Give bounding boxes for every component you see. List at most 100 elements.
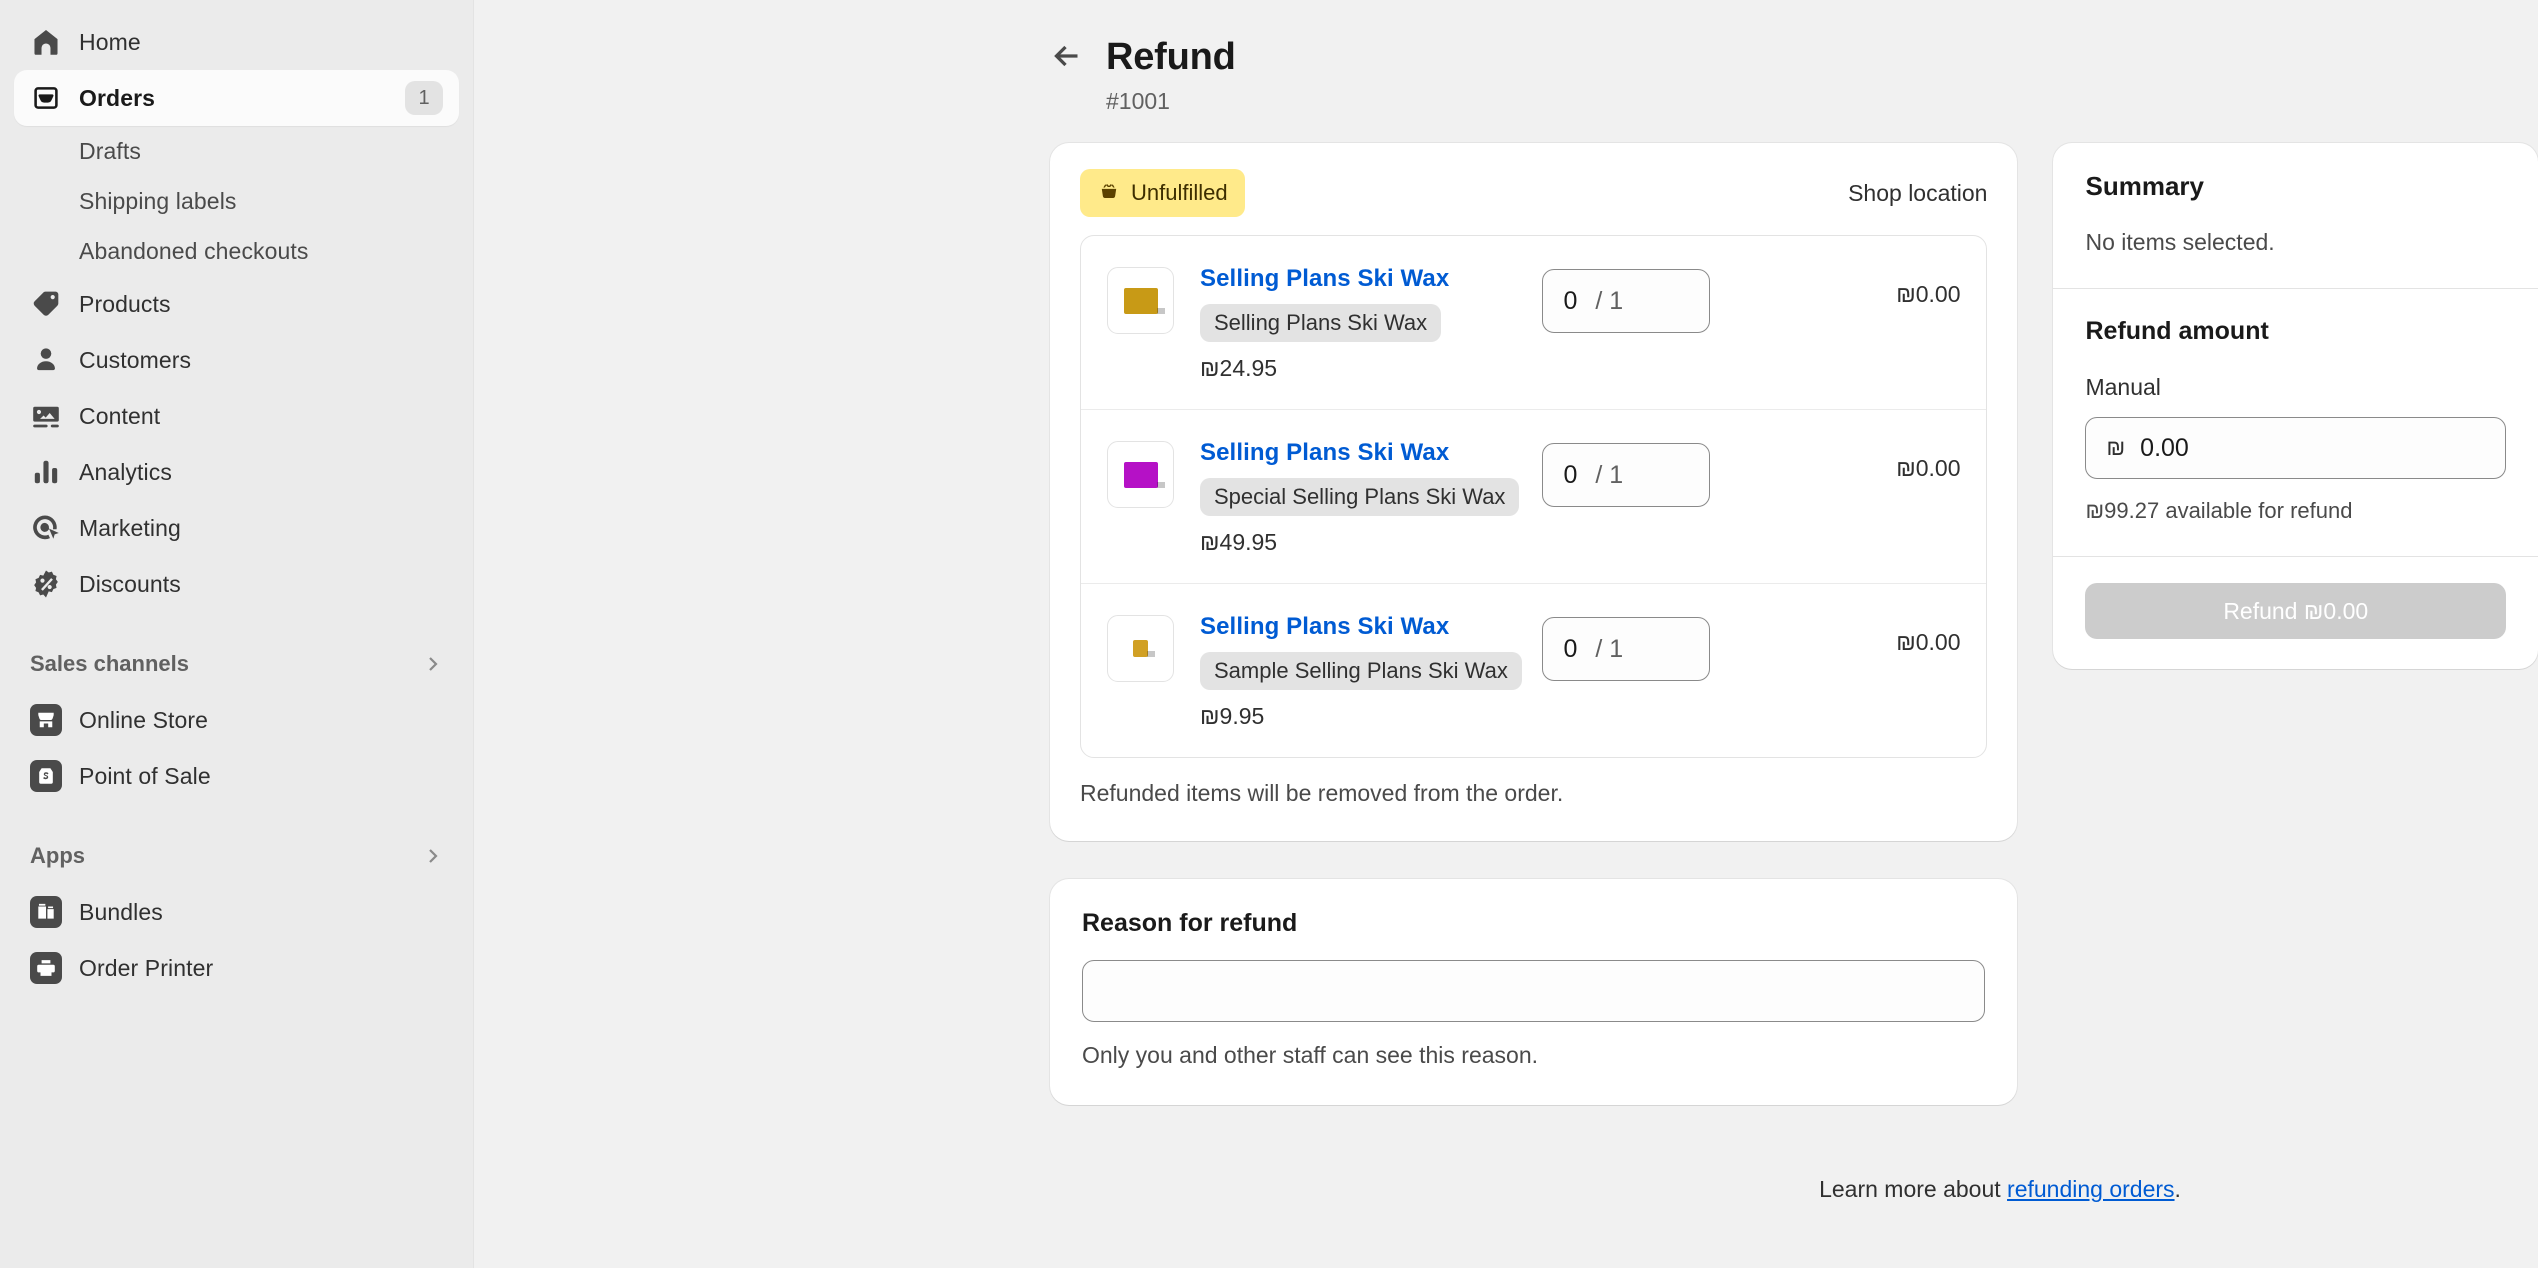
main-content: Refund #1001 Unfulfilled Shop location S…: [474, 0, 2538, 1268]
sidebar-item-point-of-sale[interactable]: Point of Sale: [14, 748, 459, 804]
order-number: #1001: [1106, 88, 1170, 114]
sidebar: Home Orders 1 Drafts Shipping labels Aba…: [0, 0, 474, 1268]
sidebar-item-label: Home: [79, 28, 141, 55]
sidebar-subitem-label: Abandoned checkouts: [79, 237, 309, 264]
refund-amount-title: Refund amount: [2085, 317, 2269, 345]
table-row: Selling Plans Ski Wax Sample Selling Pla…: [1081, 584, 1986, 757]
person-icon: [30, 344, 62, 376]
summary-section: Summary No items selected.: [2053, 143, 2538, 288]
pos-bag-icon: [30, 760, 62, 792]
arrow-left-icon: [1052, 41, 1082, 74]
unit-price: ₪49.95: [1200, 529, 1278, 555]
tag-icon: [30, 288, 62, 320]
sidebar-item-label: Customers: [79, 346, 192, 373]
quantity-value: 0: [1563, 286, 1578, 315]
sidebar-section-sales-channels[interactable]: Sales channels: [14, 642, 459, 686]
variant-badge: Special Selling Plans Ski Wax: [1200, 478, 1520, 516]
quantity-input[interactable]: 0 / 1: [1542, 617, 1711, 681]
quantity-input[interactable]: 0 / 1: [1542, 269, 1711, 333]
orders-count-badge: 1: [405, 81, 443, 115]
line-total: ₪0.00: [1896, 281, 1961, 307]
available-for-refund-text: ₪99.27 available for refund: [2085, 498, 2353, 523]
product-swatch: [1123, 461, 1165, 488]
sidebar-section-apps[interactable]: Apps: [14, 834, 459, 878]
sidebar-item-shipping-labels[interactable]: Shipping labels: [14, 176, 459, 226]
sidebar-item-content[interactable]: Content: [14, 388, 459, 444]
sidebar-item-marketing[interactable]: Marketing: [14, 500, 459, 556]
sidebar-item-abandoned-checkouts[interactable]: Abandoned checkouts: [14, 226, 459, 276]
sidebar-subitem-label: Drafts: [79, 137, 141, 164]
reason-help-text: Only you and other staff can see this re…: [1082, 1042, 1539, 1068]
refund-button-wrap: Refund ₪0.00: [2053, 557, 2538, 669]
sidebar-item-order-printer[interactable]: Order Printer: [14, 940, 459, 996]
reason-for-refund-card: Reason for refund Only you and other sta…: [1050, 879, 2018, 1105]
status-badge-label: Unfulfilled: [1131, 180, 1228, 205]
table-row: Selling Plans Ski Wax Special Selling Pl…: [1081, 410, 1987, 584]
sidebar-item-products[interactable]: Products: [14, 276, 459, 332]
manual-label: Manual: [2085, 374, 2161, 400]
storefront-icon: [30, 704, 62, 736]
sidebar-item-online-store[interactable]: Online Store: [14, 692, 459, 748]
page-header: Refund #1001: [474, 0, 2538, 115]
content-columns: Unfulfilled Shop location Selling Plans …: [474, 115, 2538, 1105]
quantity-input[interactable]: 0 / 1: [1542, 443, 1711, 507]
summary-card: Summary No items selected. Refund amount…: [2053, 143, 2538, 669]
sidebar-item-home[interactable]: Home: [14, 14, 459, 70]
sidebar-item-label: Products: [79, 290, 171, 317]
chevron-right-icon: [423, 846, 443, 866]
sidebar-item-label: Orders: [79, 84, 156, 111]
sidebar-item-label: Discounts: [79, 570, 181, 597]
unit-price: ₪9.95: [1200, 703, 1265, 729]
sidebar-subitem-label: Shipping labels: [79, 187, 237, 214]
refund-amount-input[interactable]: ₪ 0.00: [2085, 417, 2506, 479]
sidebar-item-label: Analytics: [79, 458, 172, 485]
sidebar-item-label: Online Store: [79, 706, 209, 733]
product-link[interactable]: Selling Plans Ski Wax: [1200, 265, 1449, 293]
app-root: Home Orders 1 Drafts Shipping labels Aba…: [0, 0, 2538, 1268]
product-swatch: [1133, 640, 1155, 657]
learn-more-prefix: Learn more about: [1819, 1176, 2008, 1202]
sidebar-item-customers[interactable]: Customers: [14, 332, 459, 388]
quantity-value: 0: [1563, 460, 1578, 489]
reason-input[interactable]: [1082, 960, 1986, 1022]
chevron-right-icon: [423, 654, 443, 674]
quantity-max: / 1: [1595, 634, 1624, 663]
currency-symbol: ₪: [2106, 435, 2126, 460]
refund-amount-value: 0.00: [2140, 433, 2189, 462]
refunding-orders-link[interactable]: refunding orders: [2007, 1176, 2175, 1202]
summary-title: Summary: [2085, 171, 2204, 201]
sidebar-item-orders[interactable]: Orders 1: [14, 70, 459, 126]
quantity-max: / 1: [1595, 460, 1624, 489]
target-cursor-icon: [30, 512, 62, 544]
home-icon: [30, 26, 62, 58]
product-thumbnail: [1107, 441, 1174, 508]
printer-icon: [30, 952, 62, 984]
product-swatch: [1123, 287, 1165, 314]
orders-inbox-icon: [30, 82, 62, 114]
bundles-icon: [30, 896, 62, 928]
sidebar-item-discounts[interactable]: Discounts: [14, 556, 459, 612]
item-info: Selling Plans Ski Wax Special Selling Pl…: [1200, 437, 1542, 556]
product-link[interactable]: Selling Plans Ski Wax: [1200, 613, 1449, 641]
back-button[interactable]: [1050, 41, 1084, 75]
product-thumbnail: [1107, 615, 1174, 682]
refund-items-list: Selling Plans Ski Wax Selling Plans Ski …: [1080, 235, 1988, 758]
reason-title: Reason for refund: [1082, 909, 1298, 937]
item-info: Selling Plans Ski Wax Selling Plans Ski …: [1200, 263, 1542, 382]
variant-badge: Sample Selling Plans Ski Wax: [1200, 652, 1522, 690]
refund-items-card: Unfulfilled Shop location Selling Plans …: [1050, 143, 2018, 841]
sidebar-item-drafts[interactable]: Drafts: [14, 126, 459, 176]
table-row: Selling Plans Ski Wax Selling Plans Ski …: [1081, 236, 1987, 410]
section-title: Sales channels: [30, 651, 189, 676]
sidebar-item-label: Order Printer: [79, 954, 214, 981]
status-badge: Unfulfilled: [1080, 169, 1245, 217]
learn-more-note: Learn more about refunding orders.: [1050, 1176, 2538, 1203]
sidebar-item-bundles[interactable]: Bundles: [14, 884, 459, 940]
learn-more-suffix: .: [2174, 1176, 2181, 1202]
product-link[interactable]: Selling Plans Ski Wax: [1200, 439, 1449, 467]
sidebar-item-analytics[interactable]: Analytics: [14, 444, 459, 500]
refund-button[interactable]: Refund ₪0.00: [2085, 583, 2506, 639]
refund-amount-section: Refund amount Manual ₪ 0.00 ₪99.27 avail…: [2053, 289, 2538, 556]
image-icon: [30, 400, 62, 432]
unfulfilled-icon: [1097, 179, 1121, 207]
